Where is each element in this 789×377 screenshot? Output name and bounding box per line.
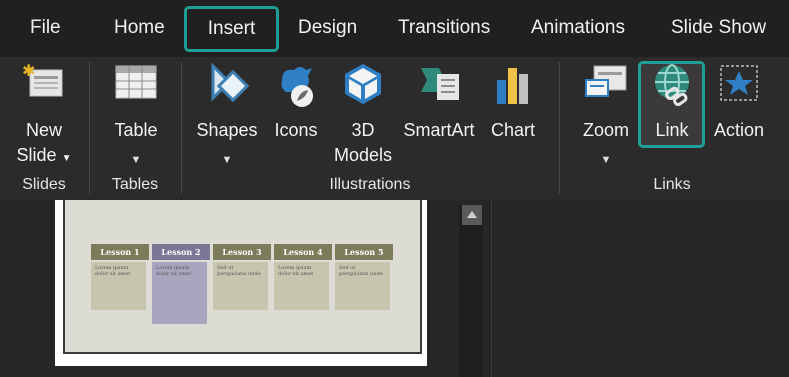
slide-thumbnail[interactable]: Lesson 1 Lesson 2 Lesson 3 Lesson 4 Less… bbox=[55, 200, 427, 366]
lesson-3-label: Lesson 3 bbox=[213, 244, 271, 260]
group-tables-label: Tables bbox=[111, 176, 159, 193]
chart-label: Chart bbox=[490, 120, 535, 140]
svg-text:✱: ✱ bbox=[22, 62, 35, 80]
smartart-icon bbox=[421, 68, 459, 100]
chart-button[interactable]: Chart bbox=[484, 62, 542, 172]
shapes-button[interactable]: Shapes ▼ bbox=[195, 62, 259, 172]
new-slide-label-1: New bbox=[25, 120, 62, 140]
table-label: Table bbox=[114, 120, 158, 140]
action-label: Action bbox=[713, 120, 765, 140]
link-label: Link bbox=[655, 120, 689, 140]
zoom-icon bbox=[585, 65, 627, 97]
tab-slide-show[interactable]: Slide Show bbox=[671, 8, 766, 48]
lesson-4-label: Lesson 4 bbox=[274, 244, 332, 260]
3d-models-label-1: 3D bbox=[351, 120, 375, 140]
separator bbox=[181, 62, 182, 194]
tab-home[interactable]: Home bbox=[114, 8, 165, 48]
chart-icon bbox=[497, 68, 528, 104]
group-illustrations-label: Illustrations bbox=[329, 176, 411, 193]
3d-models-icon bbox=[345, 64, 381, 104]
chevron-down-icon: ▼ bbox=[221, 154, 233, 166]
new-slide-icon: ✱ bbox=[22, 62, 63, 97]
pane-divider bbox=[491, 200, 492, 377]
icons-label: Icons bbox=[274, 120, 318, 140]
table-icon bbox=[115, 65, 157, 99]
3d-models-label-2: Models bbox=[333, 145, 393, 165]
lesson-card: Sed ut perspiciatis unde bbox=[213, 262, 268, 310]
separator bbox=[559, 62, 560, 194]
group-slides-label: Slides bbox=[22, 176, 66, 193]
lesson-2-label: Lesson 2 bbox=[152, 244, 210, 260]
lesson-card: Lorem ipsum dolor sit amet bbox=[274, 262, 329, 310]
chevron-down-icon: ▼ bbox=[130, 154, 142, 166]
lesson-card: Sed ut perspiciatis unde bbox=[335, 262, 390, 310]
link-icon bbox=[655, 64, 689, 107]
tab-file[interactable]: File bbox=[30, 8, 61, 48]
icons-icon bbox=[281, 67, 313, 107]
tab-animations[interactable]: Animations bbox=[531, 8, 625, 48]
action-button[interactable]: Action bbox=[708, 62, 770, 172]
shapes-icon bbox=[211, 62, 250, 103]
slide-content: Lesson 1 Lesson 2 Lesson 3 Lesson 4 Less… bbox=[63, 200, 422, 354]
new-slide-label-2: Slide ▼ bbox=[16, 145, 72, 165]
separator bbox=[89, 62, 90, 194]
smartart-label: SmartArt bbox=[403, 120, 475, 140]
scrollbar[interactable] bbox=[459, 205, 483, 377]
new-slide-button[interactable]: ✱ New Slide ▼ bbox=[12, 62, 76, 172]
chevron-down-icon: ▼ bbox=[600, 154, 612, 166]
zoom-label: Zoom bbox=[582, 120, 629, 140]
link-button[interactable]: Link bbox=[641, 62, 703, 172]
lesson-card: Lorem ipsum dolor sit amet bbox=[152, 262, 207, 324]
icons-button[interactable]: Icons bbox=[269, 62, 323, 172]
tab-design[interactable]: Design bbox=[298, 8, 357, 48]
shapes-label: Shapes bbox=[196, 120, 258, 140]
zoom-button[interactable]: Zoom ▼ bbox=[574, 62, 638, 172]
tab-insert[interactable]: Insert bbox=[184, 6, 279, 52]
action-icon bbox=[720, 65, 758, 101]
group-links-label: Links bbox=[653, 176, 691, 193]
lesson-card: Lorem ipsum dolor sit amet bbox=[91, 262, 146, 310]
scroll-up-button[interactable] bbox=[462, 205, 482, 225]
smartart-button[interactable]: SmartArt bbox=[398, 62, 480, 172]
lesson-5-label: Lesson 5 bbox=[335, 244, 393, 260]
table-button[interactable]: Table ▼ bbox=[106, 62, 166, 172]
ribbon-tab-bar: File Home Insert Design Transitions Anim… bbox=[0, 0, 789, 57]
lesson-1-label: Lesson 1 bbox=[91, 244, 149, 260]
tab-transitions[interactable]: Transitions bbox=[398, 8, 490, 48]
3d-models-button[interactable]: 3D Models bbox=[330, 62, 396, 172]
